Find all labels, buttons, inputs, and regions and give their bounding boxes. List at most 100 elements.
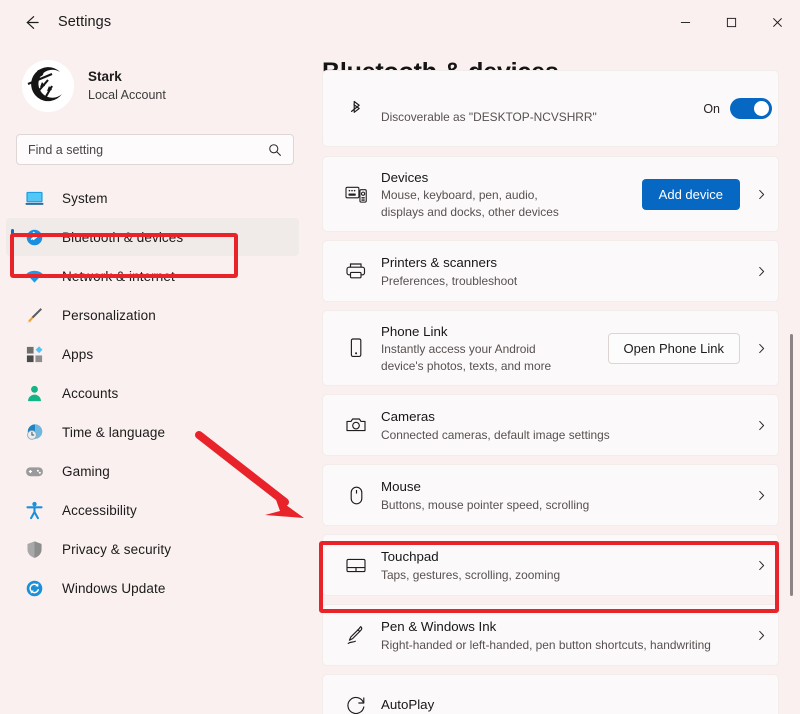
- card-text: Mouse Buttons, mouse pointer speed, scro…: [381, 477, 744, 512]
- sidebar-item-gaming[interactable]: Gaming: [6, 452, 299, 490]
- profile-name: Stark: [88, 69, 122, 85]
- sidebar-item-apps[interactable]: Apps: [6, 335, 299, 373]
- sidebar-item-label: Accounts: [62, 385, 119, 401]
- settings-card-list: Discoverable as "DESKTOP-NCVSHRR" On Dev…: [310, 70, 800, 714]
- user-profile[interactable]: Stark Local Account: [22, 60, 310, 112]
- clock-icon: [24, 422, 44, 442]
- sidebar-nav: System Bluetooth & devices Network & int…: [0, 179, 310, 607]
- add-device-button[interactable]: Add device: [641, 178, 740, 210]
- sidebar-item-personalization[interactable]: Personalization: [6, 296, 299, 334]
- card-cameras[interactable]: Cameras Connected cameras, default image…: [322, 394, 779, 456]
- back-arrow-icon: [26, 15, 39, 29]
- avatar: [22, 60, 74, 112]
- sidebar-item-accounts[interactable]: Accounts: [6, 374, 299, 412]
- main-scrollbar-thumb[interactable]: [790, 334, 793, 596]
- sidebar-item-label: System: [62, 190, 108, 206]
- card-subtitle: Buttons, mouse pointer speed, scrolling: [381, 497, 590, 512]
- title-bar: Settings: [0, 0, 800, 44]
- sidebar-item-label: Bluetooth & devices: [62, 229, 184, 245]
- printer-icon: [339, 261, 373, 281]
- apps-icon: [24, 344, 44, 364]
- sidebar-item-label: Gaming: [62, 463, 110, 479]
- chevron-right-icon[interactable]: [744, 188, 778, 201]
- card-title: Touchpad: [381, 549, 439, 565]
- system-icon: [24, 188, 44, 208]
- update-icon: [24, 578, 44, 598]
- sidebar-item-label: Privacy & security: [62, 541, 172, 557]
- sidebar: Stark Local Account Find a setting Syste…: [0, 44, 310, 714]
- card-phone-link[interactable]: Phone Link Instantly access your Android…: [322, 310, 779, 386]
- card-title: Devices: [381, 170, 429, 186]
- card-autoplay[interactable]: AutoPlay: [322, 674, 779, 714]
- main-scrollbar-track[interactable]: [786, 102, 796, 714]
- back-button[interactable]: [14, 7, 48, 37]
- toggle-state-label: On: [703, 101, 720, 116]
- search-box[interactable]: [16, 134, 294, 165]
- chevron-right-icon[interactable]: [744, 489, 778, 502]
- sidebar-item-windows-update[interactable]: Windows Update: [6, 569, 299, 607]
- sidebar-item-network-internet[interactable]: Network & internet: [6, 257, 299, 295]
- card-bluetooth[interactable]: Discoverable as "DESKTOP-NCVSHRR" On: [322, 70, 779, 147]
- phone-icon: [339, 337, 373, 359]
- profile-subtitle: Local Account: [88, 87, 166, 102]
- card-touchpad[interactable]: Touchpad Taps, gestures, scrolling, zoom…: [322, 534, 779, 596]
- wifi-icon: [24, 266, 44, 286]
- card-pen-windows-ink[interactable]: Pen & Windows Ink Right-handed or left-h…: [322, 604, 779, 666]
- card-title: AutoPlay: [381, 697, 435, 713]
- sidebar-item-privacy-security[interactable]: Privacy & security: [6, 530, 299, 568]
- card-subtitle: Discoverable as "DESKTOP-NCVSHRR": [381, 110, 597, 125]
- card-title: Printers & scanners: [381, 255, 498, 271]
- maximize-button[interactable]: [708, 0, 754, 44]
- toggle-knob: [754, 101, 769, 116]
- sidebar-item-accessibility[interactable]: Accessibility: [6, 491, 299, 529]
- devices-icon: [339, 184, 373, 205]
- card-subtitle: Connected cameras, default image setting…: [381, 427, 610, 442]
- card-text: AutoPlay: [381, 695, 778, 714]
- card-printers-scanners[interactable]: Printers & scanners Preferences, trouble…: [322, 240, 779, 302]
- search-icon: [269, 144, 281, 156]
- sidebar-item-time-language[interactable]: Time & language: [6, 413, 299, 451]
- window-controls: [662, 0, 800, 44]
- sidebar-item-bluetooth-devices[interactable]: Bluetooth & devices: [6, 218, 299, 256]
- close-icon: [772, 17, 782, 27]
- sidebar-item-label: Windows Update: [62, 580, 166, 596]
- search-input[interactable]: [28, 142, 248, 157]
- chevron-right-icon[interactable]: [744, 419, 778, 432]
- close-button[interactable]: [754, 0, 800, 44]
- bluetooth-toggle-group[interactable]: On: [703, 98, 772, 119]
- open-phone-link-button[interactable]: Open Phone Link: [607, 332, 740, 364]
- card-text: Touchpad Taps, gestures, scrolling, zoom…: [381, 547, 744, 582]
- sidebar-item-label: Time & language: [62, 424, 166, 440]
- autoplay-icon: [339, 694, 373, 714]
- main-content: Bluetooth & devices Discoverable as "DES…: [310, 44, 800, 714]
- card-subtitle: Preferences, troubleshoot: [381, 273, 518, 288]
- bluetooth-icon: [24, 227, 44, 247]
- sidebar-item-label: Personalization: [62, 307, 156, 323]
- card-title: Pen & Windows Ink: [381, 619, 497, 635]
- card-text: Cameras Connected cameras, default image…: [381, 407, 744, 442]
- card-subtitle: Right-handed or left-handed, pen button …: [381, 637, 711, 652]
- selection-pill: [11, 229, 14, 245]
- camera-icon: [339, 415, 373, 435]
- bluetooth-toggle[interactable]: [730, 98, 772, 119]
- window-title: Settings: [58, 14, 112, 30]
- card-mouse[interactable]: Mouse Buttons, mouse pointer speed, scro…: [322, 464, 779, 526]
- minimize-button[interactable]: [662, 0, 708, 44]
- person-icon: [24, 383, 44, 403]
- minimize-icon: [680, 21, 690, 23]
- card-text: Pen & Windows Ink Right-handed or left-h…: [381, 617, 744, 652]
- accessibility-icon: [24, 500, 44, 520]
- chevron-right-icon[interactable]: [744, 342, 778, 355]
- maximize-icon: [726, 17, 736, 27]
- chevron-right-icon[interactable]: [744, 629, 778, 642]
- settings-window: Settings Stark Local Account Find a sett…: [0, 0, 800, 714]
- sidebar-item-system[interactable]: System: [6, 179, 299, 217]
- card-devices[interactable]: Devices Mouse, keyboard, pen, audio, dis…: [322, 156, 779, 232]
- card-text: Phone Link Instantly access your Android…: [381, 322, 608, 374]
- touchpad-icon: [339, 556, 373, 575]
- profile-text: Stark Local Account: [88, 68, 166, 103]
- card-title: Phone Link: [381, 324, 448, 340]
- chevron-right-icon[interactable]: [744, 559, 778, 572]
- gamepad-icon: [24, 461, 44, 481]
- chevron-right-icon[interactable]: [744, 265, 778, 278]
